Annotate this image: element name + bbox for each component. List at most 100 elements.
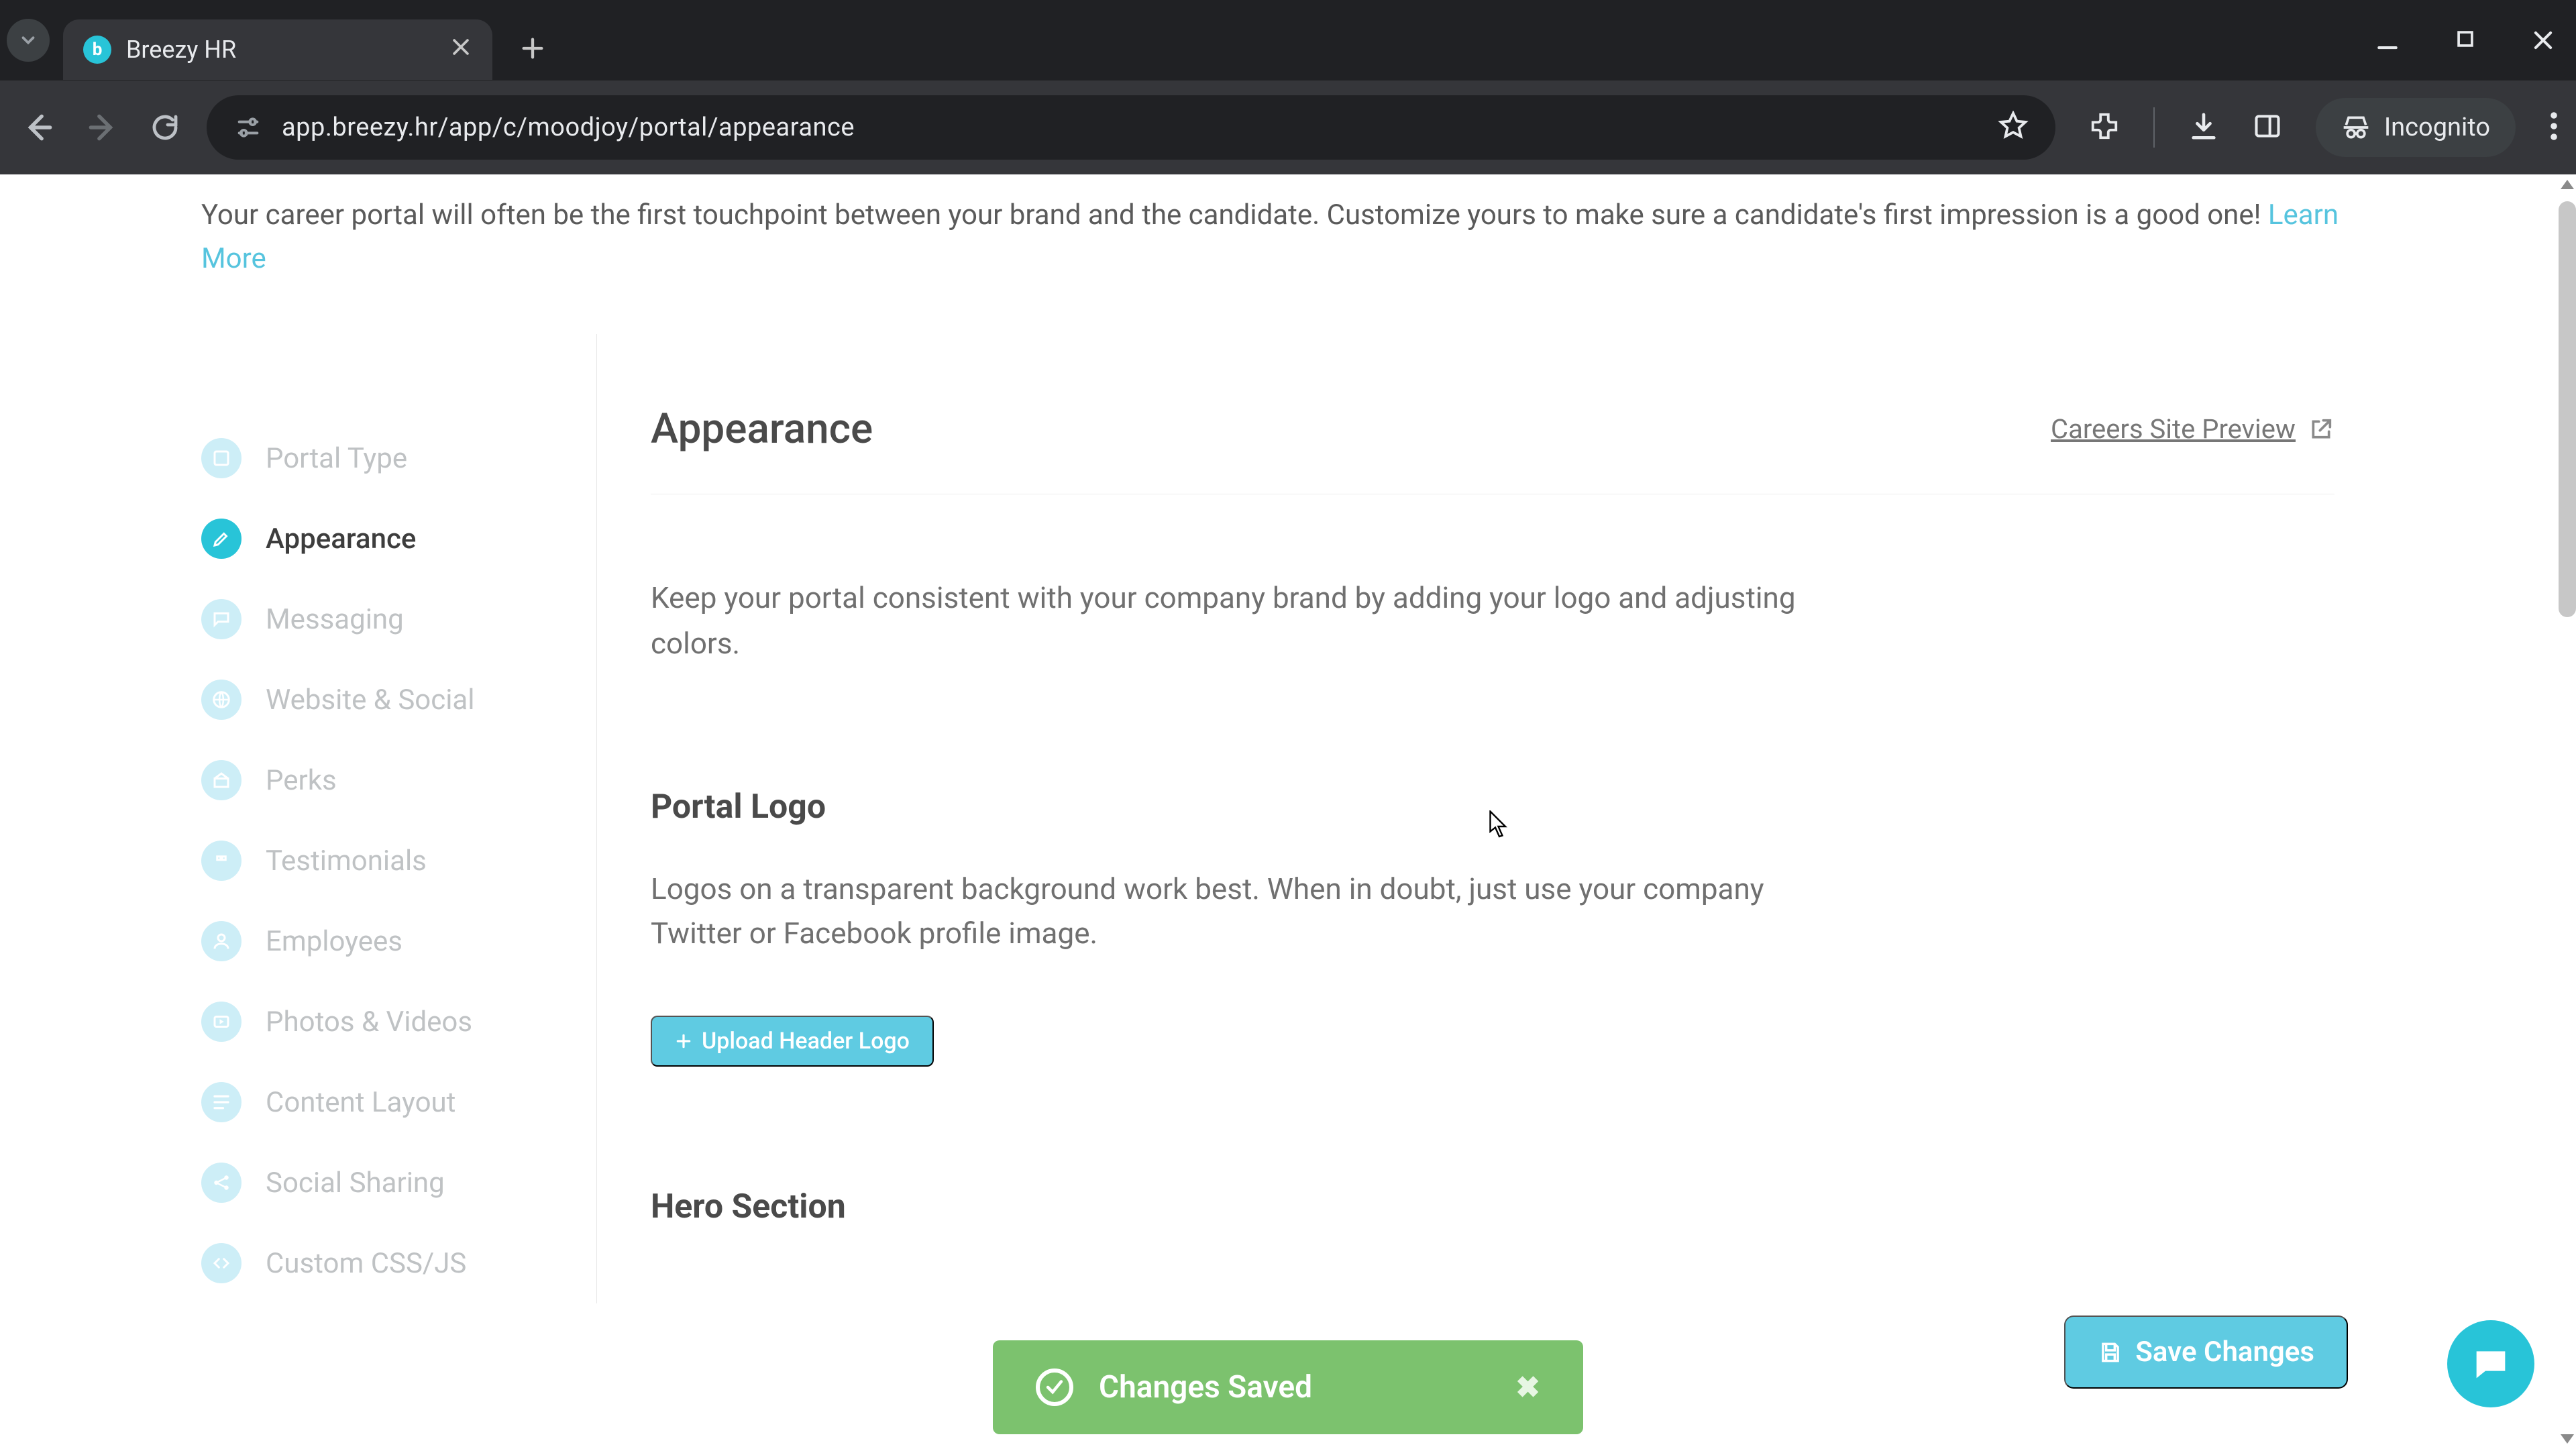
address-bar[interactable]: app.breezy.hr/app/c/moodjoy/portal/appea… [207,95,2055,160]
sidebar-item-label: Messaging [266,603,404,636]
save-changes-button[interactable]: Save Changes [2064,1316,2348,1389]
incognito-icon [2341,113,2371,142]
content-row: Portal Type Appearance Messaging Website… [0,334,2576,1303]
extensions-button[interactable] [2089,111,2120,144]
scroll-down-icon [2561,1434,2574,1444]
sidebar-item-appearance[interactable]: Appearance [201,498,596,579]
sidebar-item-label: Website & Social [266,684,475,716]
sidebar-item-employees[interactable]: Employees [201,901,596,981]
site-settings-button[interactable] [233,113,263,142]
code-icon [201,1243,241,1283]
testimonials-icon [201,841,241,881]
careers-site-preview-link[interactable]: Careers Site Preview [2051,413,2334,445]
reload-button[interactable] [144,106,186,149]
upload-header-logo-button[interactable]: Upload Header Logo [651,1016,934,1067]
toast-text: Changes Saved [1099,1369,1312,1405]
upload-button-label: Upload Header Logo [702,1028,910,1055]
save-button-label: Save Changes [2135,1336,2314,1368]
sidebar-item-testimonials[interactable]: Testimonials [201,820,596,901]
sidebar-item-label: Social Sharing [266,1167,445,1199]
close-icon [2530,28,2556,53]
downloads-button[interactable] [2188,111,2219,144]
sidebar-item-custom-css-js[interactable]: Custom CSS/JS [201,1223,596,1303]
sidebar-item-website-social[interactable]: Website & Social [201,659,596,740]
external-link-icon [2308,416,2334,443]
appearance-intro-text: Keep your portal consistent with your co… [651,575,1831,666]
reload-icon [149,111,181,144]
close-window-button[interactable] [2530,28,2556,53]
star-icon [1998,111,2029,142]
browser-menu-button[interactable] [2549,110,2559,145]
maximize-button[interactable] [2454,28,2477,53]
main-header: Appearance Careers Site Preview [651,405,2334,494]
globe-icon [201,680,241,720]
sidebar-item-portal-type[interactable]: Portal Type [201,418,596,498]
messaging-icon [201,599,241,639]
browser-chrome: b Breezy HR app.breezy.hr [0,0,2576,174]
scroll-up-icon [2561,180,2574,189]
panel-icon [2253,111,2282,141]
sidebar-item-label: Portal Type [266,442,407,475]
download-icon [2188,111,2219,142]
tune-icon [235,114,262,141]
portal-logo-text: Logos on a transparent background work b… [651,867,1831,955]
media-icon [201,1002,241,1042]
minimize-button[interactable] [2375,28,2400,53]
minimize-icon [2375,28,2400,53]
portal-logo-title: Portal Logo [651,788,2334,826]
browser-toolbar: app.breezy.hr/app/c/moodjoy/portal/appea… [0,80,2576,174]
new-tab-button[interactable] [519,35,546,64]
toast-close-button[interactable]: ✖ [1515,1370,1540,1405]
url-text: app.breezy.hr/app/c/moodjoy/portal/appea… [282,113,855,142]
window-controls [2375,28,2556,53]
scrollbar[interactable] [2559,174,2576,1449]
toast-changes-saved: Changes Saved ✖ [993,1340,1583,1434]
settings-sidebar: Portal Type Appearance Messaging Website… [201,334,597,1303]
tab-strip: b Breezy HR [0,0,2576,80]
forward-button[interactable] [80,106,123,149]
save-icon [2098,1340,2123,1365]
kebab-icon [2549,110,2559,142]
sidebar-item-perks[interactable]: Perks [201,740,596,820]
appearance-icon [201,519,241,559]
browser-tab[interactable]: b Breezy HR [63,19,492,80]
sidebar-item-messaging[interactable]: Messaging [201,579,596,659]
hero-section-title: Hero Section [651,1187,2334,1226]
sidebar-item-label: Employees [266,925,402,958]
page-title: Appearance [651,405,873,453]
sidebar-item-label: Custom CSS/JS [266,1247,466,1280]
sidebar-item-label: Appearance [266,523,416,555]
puzzle-icon [2089,111,2120,142]
back-button[interactable] [17,106,60,149]
employees-icon [201,921,241,961]
scrollbar-thumb[interactable] [2559,201,2576,617]
portal-type-icon [201,438,241,478]
bookmark-button[interactable] [1998,111,2029,144]
check-icon [1036,1368,1073,1406]
sidebar-item-label: Perks [266,764,337,797]
main-panel: Appearance Careers Site Preview Keep you… [604,334,2375,1303]
favicon-icon: b [83,36,111,64]
close-tab-button[interactable] [449,36,472,64]
layout-icon [201,1082,241,1122]
plus-icon [519,35,546,62]
tab-title: Breezy HR [126,36,435,64]
sidebar-item-photos-videos[interactable]: Photos & Videos [201,981,596,1062]
sidebar-item-social-sharing[interactable]: Social Sharing [201,1142,596,1223]
plus-icon [675,1032,692,1050]
sidebar-item-label: Content Layout [266,1086,455,1119]
toolbar-actions: Incognito [2089,98,2559,157]
chat-fab[interactable] [2447,1320,2534,1407]
maximize-icon [2454,28,2477,50]
sidebar-item-content-layout[interactable]: Content Layout [201,1062,596,1142]
toolbar-separator [2153,107,2155,148]
side-panel-button[interactable] [2253,111,2282,144]
chat-icon [2469,1342,2512,1385]
intro-band: Your career portal will often be the fir… [0,174,2576,334]
tab-search-button[interactable] [7,19,50,62]
sidebar-item-label: Testimonials [266,845,427,877]
sidebar-item-label: Photos & Videos [266,1006,472,1038]
chevron-down-icon [18,30,38,50]
incognito-badge[interactable]: Incognito [2316,98,2516,157]
arrow-right-icon [85,111,119,144]
